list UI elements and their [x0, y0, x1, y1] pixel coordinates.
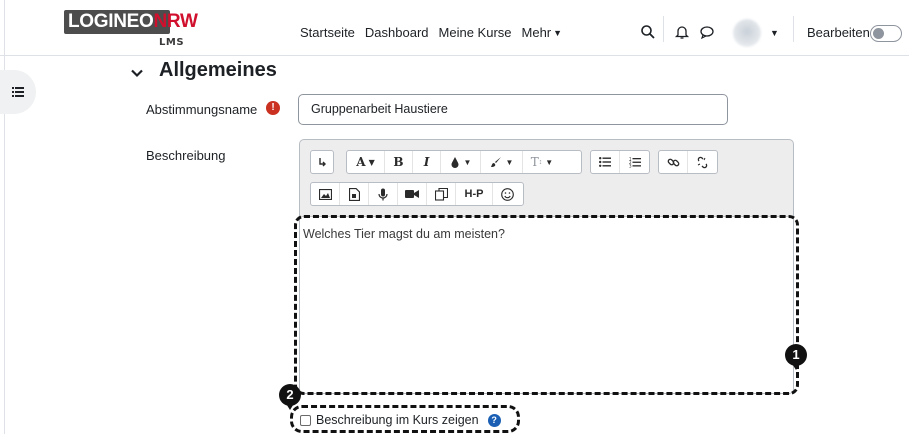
field-label-description: Beschreibung	[146, 148, 226, 163]
font-style-icon[interactable]: T ↕ ▼	[523, 151, 561, 173]
text-color-icon[interactable]: ▼	[441, 151, 481, 173]
toolbar-group-lists: 123	[590, 150, 650, 174]
toolbar-group-history	[310, 150, 334, 174]
top-navbar: LOGINEONRW LMS Startseite Dashboard Mein…	[0, 0, 909, 56]
unlink-icon[interactable]	[688, 151, 717, 173]
media-icon[interactable]	[340, 183, 369, 205]
page-border	[4, 0, 5, 434]
chevron-down-icon[interactable]: ▼	[770, 28, 779, 38]
font-size-icon[interactable]: A ▼	[347, 151, 385, 173]
background-color-icon[interactable]: ▼	[481, 151, 523, 173]
show-description-label[interactable]: Beschreibung im Kurs zeigen	[316, 413, 479, 427]
navbar-divider	[663, 16, 664, 42]
bullet-list-icon[interactable]	[591, 151, 620, 173]
highlight-box-editor	[294, 215, 799, 395]
emoji-icon[interactable]	[493, 183, 522, 205]
annotation-marker-1: 1	[785, 344, 807, 370]
show-description-checkbox[interactable]	[300, 414, 311, 426]
field-label-name: Abstimmungsname	[146, 102, 258, 117]
search-icon[interactable]	[640, 24, 656, 40]
bell-icon[interactable]	[674, 24, 690, 40]
toolbar-group-links	[658, 150, 718, 174]
annotation-marker-2: 2	[279, 384, 301, 410]
help-icon[interactable]: ?	[487, 413, 501, 427]
navbar-divider	[793, 16, 794, 42]
chat-icon[interactable]	[699, 24, 715, 40]
show-description-row: Beschreibung im Kurs zeigen ?	[300, 413, 501, 427]
h5p-icon[interactable]: H-P	[456, 183, 493, 205]
numbered-list-icon[interactable]: 123	[620, 151, 649, 173]
nav-startseite[interactable]: Startseite	[300, 25, 355, 40]
nav-meine-kurse[interactable]: Meine Kurse	[439, 25, 512, 40]
bold-icon[interactable]: B	[385, 151, 413, 173]
avatar[interactable]	[733, 19, 761, 47]
copy-icon[interactable]	[427, 183, 456, 205]
undo-icon[interactable]	[311, 151, 333, 173]
image-icon[interactable]	[311, 183, 340, 205]
nav-dashboard[interactable]: Dashboard	[365, 25, 429, 40]
chevron-down-icon: ▼	[553, 28, 563, 38]
list-icon	[12, 87, 24, 97]
italic-icon[interactable]: I	[413, 151, 441, 173]
primary-navigation: Startseite Dashboard Meine Kurse Mehr ▼	[300, 25, 562, 40]
edit-mode-toggle[interactable]	[870, 25, 902, 42]
poll-name-input[interactable]: Gruppenarbeit Haustiere	[298, 94, 728, 125]
microphone-icon[interactable]	[369, 183, 398, 205]
video-icon[interactable]	[398, 183, 427, 205]
chevron-down-icon[interactable]	[130, 66, 144, 80]
svg-text:3: 3	[629, 163, 632, 168]
section-heading[interactable]: Allgemeines	[159, 59, 277, 82]
toolbar-group-media: H-P	[310, 182, 524, 206]
edit-mode-label: Bearbeiten	[807, 25, 870, 40]
nav-mehr[interactable]: Mehr ▼	[522, 25, 563, 40]
toolbar-group-format: A ▼ B I ▼ ▼ T ↕ ▼	[346, 150, 582, 174]
required-icon: !	[266, 101, 280, 115]
course-index-toggle[interactable]	[0, 70, 36, 114]
link-icon[interactable]	[659, 151, 688, 173]
